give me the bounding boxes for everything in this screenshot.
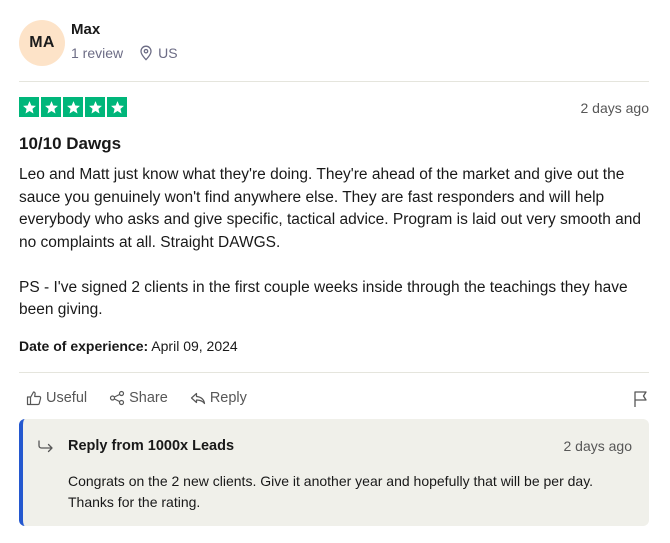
divider — [19, 81, 649, 82]
reviewer-name[interactable]: Max — [71, 21, 178, 38]
date-of-experience: Date of experience: April 09, 2024 — [19, 338, 238, 354]
star-icon — [63, 97, 83, 117]
share-icon — [110, 390, 125, 406]
star-icon — [85, 97, 105, 117]
useful-label: Useful — [46, 390, 88, 406]
reply-button[interactable]: Reply — [190, 390, 247, 406]
reply-text: Congrats on the 2 new clients. Give it a… — [68, 473, 594, 510]
reply-date: 2 days ago — [563, 438, 633, 454]
star-icon — [41, 97, 61, 117]
review-actions: Useful Share Reply — [26, 390, 269, 406]
reviewer-stats: 1 review US — [71, 45, 178, 61]
share-button[interactable]: Share — [109, 390, 168, 406]
reviewer-header: MA Max 1 review US — [19, 20, 178, 66]
review-count: 1 review — [71, 45, 124, 61]
review-date: 2 days ago — [580, 100, 650, 116]
experience-label: Date of experience: — [19, 338, 149, 354]
star-rating — [19, 97, 127, 117]
reviewer-meta: Max 1 review US — [71, 21, 178, 61]
reply-arrow-icon — [38, 440, 53, 453]
reply-arrow-icon — [190, 392, 205, 405]
divider — [19, 372, 649, 373]
thumbs-up-icon — [26, 391, 42, 406]
reply-title: Reply from 1000x Leads — [68, 438, 235, 454]
reply-label: Reply — [209, 390, 247, 406]
experience-date: April 09, 2024 — [151, 338, 238, 354]
location-pin-icon — [140, 45, 152, 61]
company-reply: Reply from 1000x Leads 2 days ago Congra… — [19, 419, 649, 526]
report-flag-button[interactable] — [633, 390, 649, 413]
avatar[interactable]: MA — [19, 20, 65, 66]
useful-button[interactable]: Useful — [26, 390, 87, 406]
flag-icon — [634, 391, 647, 407]
reviewer-location: US — [139, 45, 178, 61]
avatar-initials: MA — [29, 34, 55, 51]
location-label: US — [158, 45, 178, 61]
star-icon — [107, 97, 127, 117]
review-title[interactable]: 10/10 Dawgs — [19, 134, 121, 154]
review-body: Leo and Matt just know what they're doin… — [19, 166, 642, 318]
star-icon — [19, 97, 39, 117]
share-label: Share — [129, 390, 168, 406]
